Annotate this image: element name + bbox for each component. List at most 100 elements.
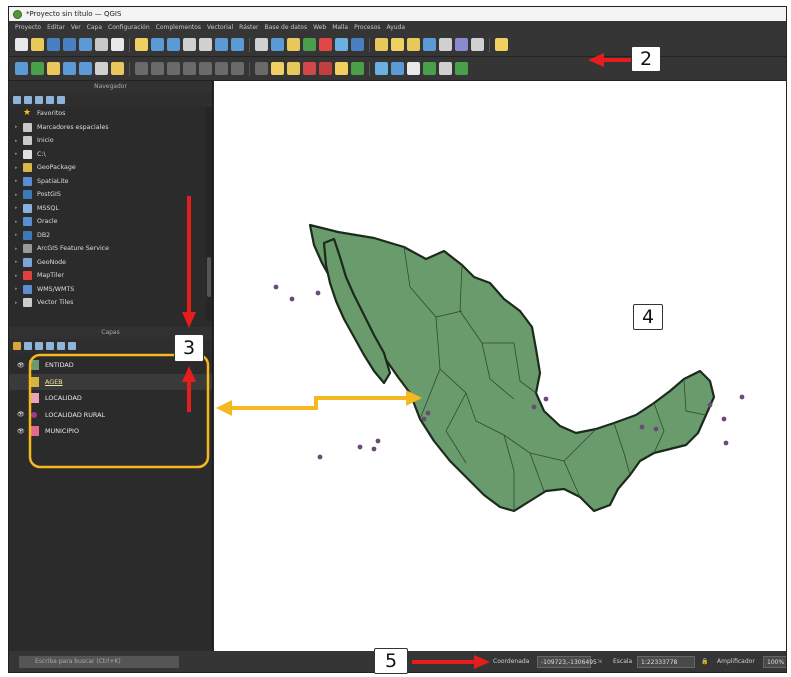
statistics-icon[interactable] — [407, 62, 420, 75]
new-spatialite-icon[interactable] — [63, 62, 76, 75]
refresh-icon[interactable] — [24, 96, 32, 104]
data-source-manager-icon[interactable] — [15, 62, 28, 75]
add-group-icon[interactable] — [24, 342, 32, 350]
zoom-selection-icon[interactable] — [215, 38, 228, 51]
mainland-polygon[interactable] — [308, 223, 716, 513]
menu-item-10[interactable]: Malla — [332, 24, 348, 31]
refresh-icon[interactable] — [303, 38, 316, 51]
map-tips-icon[interactable] — [407, 38, 420, 51]
new-project-icon[interactable] — [15, 38, 28, 51]
browser-item[interactable]: ▸ Oracle — [9, 215, 212, 229]
expand-chevron-icon[interactable]: ▸ — [15, 138, 23, 144]
settings-icon[interactable] — [471, 38, 484, 51]
bookmark-icon[interactable] — [423, 38, 436, 51]
browser-item[interactable]: ▸ MSSQL — [9, 202, 212, 216]
browser-item[interactable]: ▸ DB2 — [9, 229, 212, 243]
vertex-tool-icon[interactable] — [199, 62, 212, 75]
zoom-native-icon[interactable] — [439, 62, 452, 75]
new-geopackage-icon[interactable] — [31, 62, 44, 75]
highlight-label-icon[interactable] — [319, 62, 332, 75]
python-console-icon[interactable] — [375, 62, 388, 75]
menu-item-8[interactable]: Base de datos — [265, 24, 308, 31]
browser-item[interactable]: ★ Favoritos — [9, 107, 212, 121]
expand-chevron-icon[interactable]: ▸ — [15, 151, 23, 157]
open-project-icon[interactable] — [31, 38, 44, 51]
processing-toolbox-icon[interactable] — [391, 62, 404, 75]
zoom-out-icon[interactable] — [167, 38, 180, 51]
scale-combobox[interactable]: 1:22333778 — [637, 656, 695, 668]
save-edits-icon[interactable] — [151, 62, 164, 75]
new-temp-layer-icon[interactable] — [95, 62, 108, 75]
current-edits-icon[interactable] — [111, 62, 124, 75]
new-map-view-icon[interactable] — [271, 38, 284, 51]
expand-chevron-icon[interactable]: ▸ — [15, 300, 23, 306]
eye-icon[interactable]: 👁 — [17, 428, 29, 435]
menu-item-9[interactable]: Web — [313, 24, 326, 31]
expand-chevron-icon[interactable]: ▸ — [15, 192, 23, 198]
browser-item[interactable]: ▸ PostGIS — [9, 188, 212, 202]
measure-icon[interactable] — [375, 38, 388, 51]
deselect-icon[interactable] — [351, 38, 364, 51]
menu-item-11[interactable]: Procesos — [354, 24, 380, 31]
expand-chevron-icon[interactable]: ▸ — [15, 259, 23, 265]
new-virtual-icon[interactable] — [79, 62, 92, 75]
browser-item[interactable]: ▸ WMS/WMTS — [9, 283, 212, 297]
menu-item-1[interactable]: Editar — [47, 24, 65, 31]
filter-icon[interactable] — [35, 96, 43, 104]
browser-item[interactable]: ▸ MapTiler — [9, 269, 212, 283]
pin-label-icon[interactable] — [303, 62, 316, 75]
zoom-full-icon[interactable] — [183, 38, 196, 51]
paste-icon[interactable] — [271, 62, 284, 75]
pan-icon[interactable] — [111, 38, 124, 51]
browser-item[interactable]: ▸ GeoPackage — [9, 161, 212, 175]
browser-item[interactable]: ▸ SpatiaLite — [9, 175, 212, 189]
layer-item[interactable]: 👁 MUNICIPIO — [9, 423, 212, 440]
remove-layer-icon[interactable] — [68, 342, 76, 350]
eye-icon[interactable]: 👁 — [17, 411, 29, 418]
browser-item[interactable]: ▸ C:\ — [9, 148, 212, 162]
add-selected-icon[interactable] — [13, 96, 21, 104]
expand-chevron-icon[interactable]: ▸ — [15, 165, 23, 171]
menu-item-6[interactable]: Vectorial — [207, 24, 233, 31]
new-shapefile-icon[interactable] — [47, 62, 60, 75]
expand-chevron-icon[interactable]: ▸ — [15, 246, 23, 252]
menu-item-4[interactable]: Configuración — [108, 24, 150, 31]
pan-to-selection-icon[interactable] — [135, 38, 148, 51]
print-layout-icon[interactable] — [79, 38, 92, 51]
menu-item-5[interactable]: Complementos — [156, 24, 201, 31]
menu-item-2[interactable]: Ver — [71, 24, 81, 31]
plugins-icon[interactable] — [455, 38, 468, 51]
select-icon[interactable] — [335, 38, 348, 51]
layer-style-icon[interactable] — [13, 342, 21, 350]
menu-item-7[interactable]: Ráster — [239, 24, 258, 31]
zoom-next-icon[interactable] — [255, 38, 268, 51]
filter-legend-icon[interactable] — [46, 342, 54, 350]
coordinate-field[interactable]: -109723,-1306495 — [537, 656, 597, 668]
save-as-icon[interactable] — [63, 38, 76, 51]
toggle-editing-icon[interactable] — [135, 62, 148, 75]
temporal-icon[interactable] — [287, 38, 300, 51]
save-project-icon[interactable] — [47, 38, 60, 51]
expand-chevron-icon[interactable]: ▸ — [15, 219, 23, 225]
browser-item[interactable]: ▸ GeoNode — [9, 256, 212, 270]
map-canvas[interactable] — [214, 81, 786, 651]
annotation-icon[interactable] — [391, 38, 404, 51]
expand-chevron-icon[interactable]: ▸ — [15, 273, 23, 279]
expand-chevron-icon[interactable]: ▸ — [15, 124, 23, 130]
expand-chevron-icon[interactable]: ▸ — [15, 178, 23, 184]
layer-item[interactable]: LOCALIDAD — [9, 390, 212, 407]
show-bookmarks-icon[interactable] — [439, 38, 452, 51]
zoom-last-icon[interactable] — [231, 38, 244, 51]
properties-icon[interactable] — [57, 96, 65, 104]
zoom-layer-icon[interactable] — [199, 38, 212, 51]
expand-chevron-icon[interactable]: ▸ — [15, 232, 23, 238]
lock-scale-icon[interactable]: 🔒 — [701, 656, 711, 668]
browser-scrollbar[interactable] — [206, 107, 212, 321]
menu-item-3[interactable]: Capa — [87, 24, 102, 31]
add-feature-icon[interactable] — [183, 62, 196, 75]
tips-icon[interactable] — [495, 38, 508, 51]
magnifier-field[interactable]: 100% — [763, 656, 786, 668]
layer-item[interactable]: 👁 LOCALIDAD RURAL — [9, 407, 212, 424]
copy-icon[interactable] — [255, 62, 268, 75]
move-label-icon[interactable] — [335, 62, 348, 75]
